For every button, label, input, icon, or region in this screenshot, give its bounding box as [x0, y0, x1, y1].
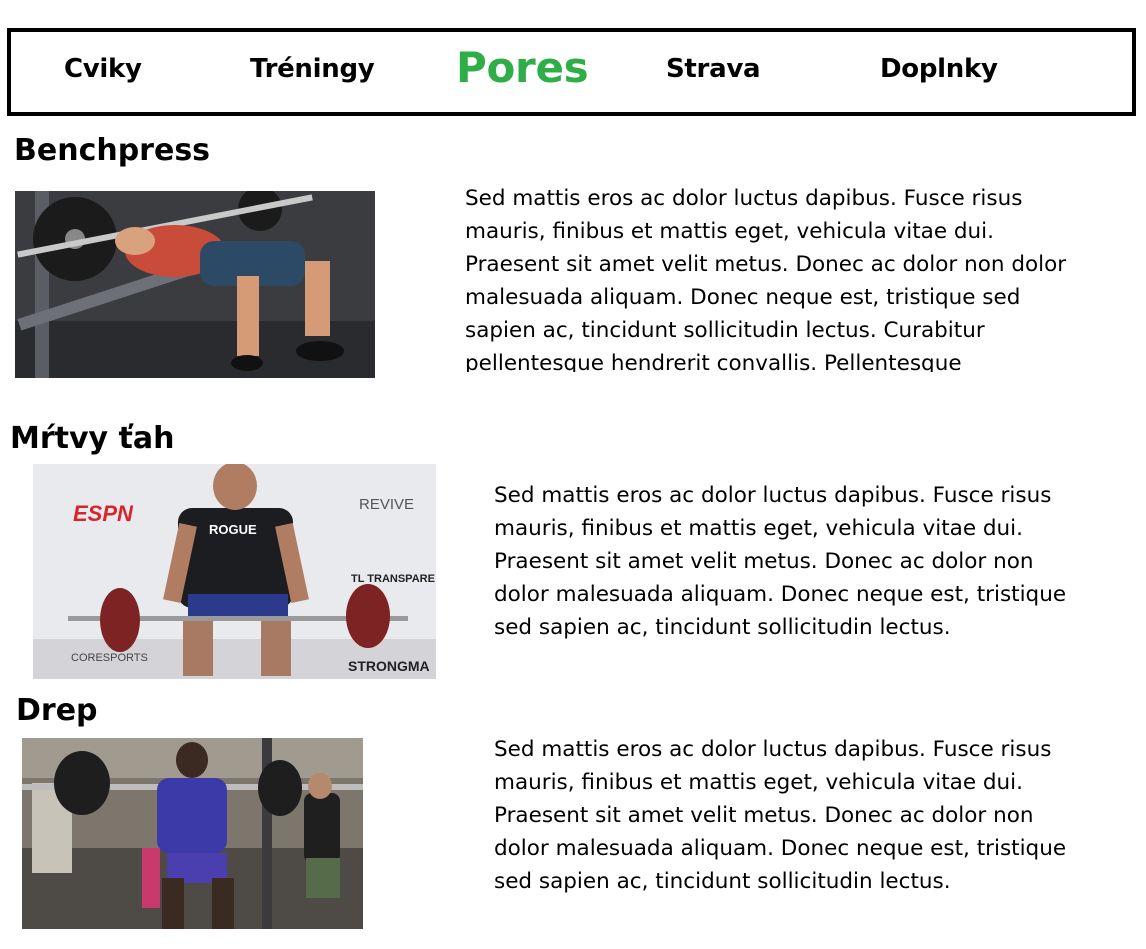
rogue-logo: ROGUE — [209, 522, 257, 537]
squat-description: Sed mattis eros ac dolor luctus dapibus.… — [494, 737, 1067, 894]
coresports-logo: CORESPORTS — [71, 652, 148, 664]
nav-link-treningy[interactable]: Tréningy — [250, 54, 375, 84]
main-navbar: Cviky Tréningy Pores Strava Doplnky — [7, 28, 1136, 116]
squat-photo — [22, 738, 363, 929]
strongman-logo: STRONGMA — [348, 658, 430, 674]
benchpress-photo — [15, 191, 375, 378]
section-title-benchpress: Benchpress — [14, 133, 211, 168]
section-title-drep: Drep — [16, 693, 98, 728]
benchpress-description: Sed mattis eros ac dolor luctus dapibus.… — [465, 186, 1067, 372]
nav-link-strava[interactable]: Strava — [666, 54, 761, 84]
nav-link-cviky[interactable]: Cviky — [64, 54, 142, 84]
transparent-logo: TL TRANSPARE — [351, 573, 435, 585]
deadlift-photo: ESPN REVIVE TL TRANSPARE CORESPORTS STRO… — [33, 464, 436, 679]
section-title-mrtvy-tah: Mŕtvy ťah — [10, 421, 175, 456]
deadlift-description: Sed mattis eros ac dolor luctus dapibus.… — [494, 483, 1067, 640]
espn-logo: ESPN — [73, 501, 134, 526]
revive-logo: REVIVE — [359, 496, 414, 513]
nav-link-doplnky[interactable]: Doplnky — [880, 54, 998, 84]
nav-link-pores-brand[interactable]: Pores — [456, 43, 589, 92]
